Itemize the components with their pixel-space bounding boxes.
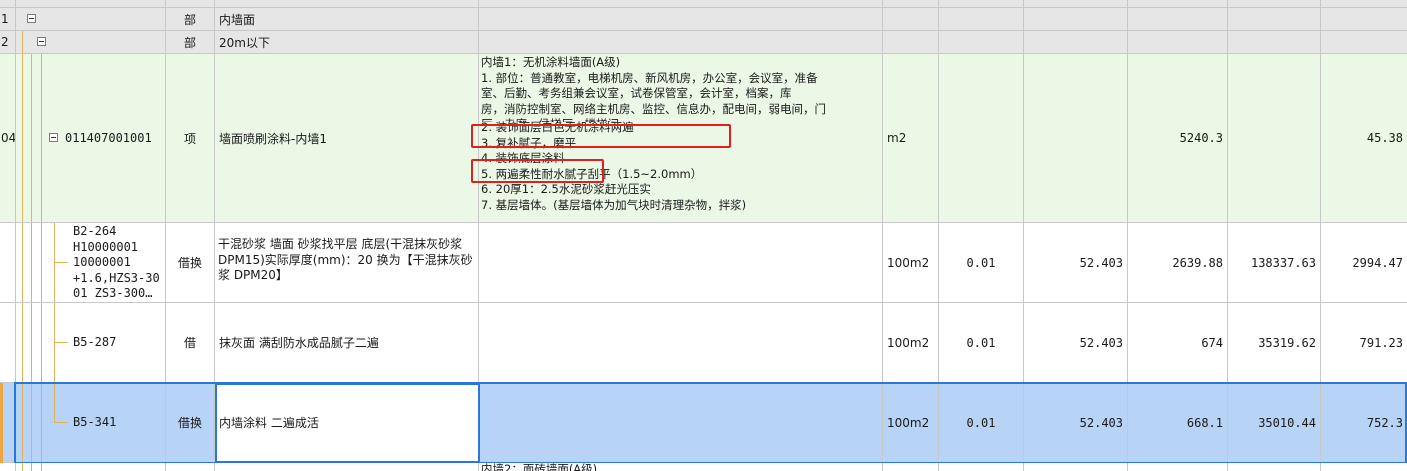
row-type: 借 xyxy=(166,303,215,383)
collapse-icon[interactable] xyxy=(49,133,58,142)
desc-line: 房，消防控制室、网络主机房、监控、信息办，配电间，弱电间，门 xyxy=(481,101,826,116)
collapse-icon[interactable] xyxy=(27,14,36,23)
highlight-box xyxy=(471,124,731,148)
row-unit: m2 xyxy=(883,54,939,223)
row-index: 1 xyxy=(0,8,16,31)
row-index: 04 xyxy=(0,54,16,223)
highlight-box xyxy=(471,159,604,183)
selection-marker xyxy=(0,383,3,463)
row-unit: 100m2 xyxy=(883,303,939,383)
desc-line: 内墙2：面砖墙面(A级) xyxy=(481,463,598,471)
item-code: 011407001001 xyxy=(65,131,152,145)
collapse-icon[interactable] xyxy=(37,37,46,46)
subitem-code: B5-287 xyxy=(73,335,117,349)
table-row[interactable]: 1 部 内墙面 xyxy=(0,8,1407,31)
row-type: 部 xyxy=(166,8,215,31)
table-row-subitem[interactable]: B2-264 H10000001 10000001 +1.6,HZS3-30 0… xyxy=(0,223,1407,303)
cell-focus-outline xyxy=(215,383,480,463)
subitem-code: B2-264 H10000001 10000001 +1.6,HZS3-30 0… xyxy=(73,224,160,300)
row-quantity: 52.403 xyxy=(1024,223,1128,303)
row-value: 2994.47 xyxy=(1321,223,1407,303)
quantity-list-grid: 1 部 内墙面 2 部 20m以下 04 011407001001 项 墙面喷刷… xyxy=(0,0,1407,471)
row-quantity: 5240.3 xyxy=(1128,54,1228,223)
row-index: 2 xyxy=(0,31,16,54)
desc-line: 1. 部位：普通教室，电梯机房、新风机房，办公室，会议室，准备 xyxy=(481,70,818,85)
clipped-row xyxy=(0,0,1407,8)
row-name: 干混砂浆 墙面 砂浆找平层 底层(干混抹灰砂浆DPM15)实际厚度(mm)：20… xyxy=(218,237,473,282)
row-name: 内墙面 xyxy=(215,8,479,31)
desc-line: 6. 20厚1：2.5水泥砂浆赶光压实 xyxy=(481,182,651,196)
row-value: 791.23 xyxy=(1321,303,1407,383)
row-coef: 0.01 xyxy=(939,223,1024,303)
desc-line: 内墙1：无机涂料墙面(A级) xyxy=(481,55,621,69)
desc-line: 7. 基层墙体。(基层墙体为加气块时清理杂物，拌浆) xyxy=(481,197,747,212)
row-name: 墙面喷刷涂料-内墙1 xyxy=(215,54,479,223)
row-type: 借换 xyxy=(166,223,215,303)
row-quantity: 52.403 xyxy=(1024,303,1128,383)
row-coef: 0.01 xyxy=(939,303,1024,383)
row-unit: 100m2 xyxy=(883,223,939,303)
row-price: 45.38 xyxy=(1321,54,1407,223)
row-total: 138337.63 xyxy=(1228,223,1321,303)
row-price: 674 xyxy=(1128,303,1228,383)
row-name: 20m以下 xyxy=(215,31,479,54)
table-row[interactable]: 2 部 20m以下 xyxy=(0,31,1407,54)
row-price: 2639.88 xyxy=(1128,223,1228,303)
row-name: 抹灰面 满刮防水成品腻子二遍 xyxy=(215,303,479,383)
row-total: 35319.62 xyxy=(1228,303,1321,383)
row-type: 部 xyxy=(166,31,215,54)
row-type: 项 xyxy=(166,54,215,223)
table-row[interactable]: 内墙2：面砖墙面(A级) xyxy=(0,463,1407,471)
desc-line: 室、后勤、考务组兼会议室，试卷保管室，会计室，档案，库 xyxy=(481,86,792,100)
table-row-subitem[interactable]: B5-287 借 抹灰面 满刮防水成品腻子二遍 100m2 0.01 52.40… xyxy=(0,303,1407,383)
